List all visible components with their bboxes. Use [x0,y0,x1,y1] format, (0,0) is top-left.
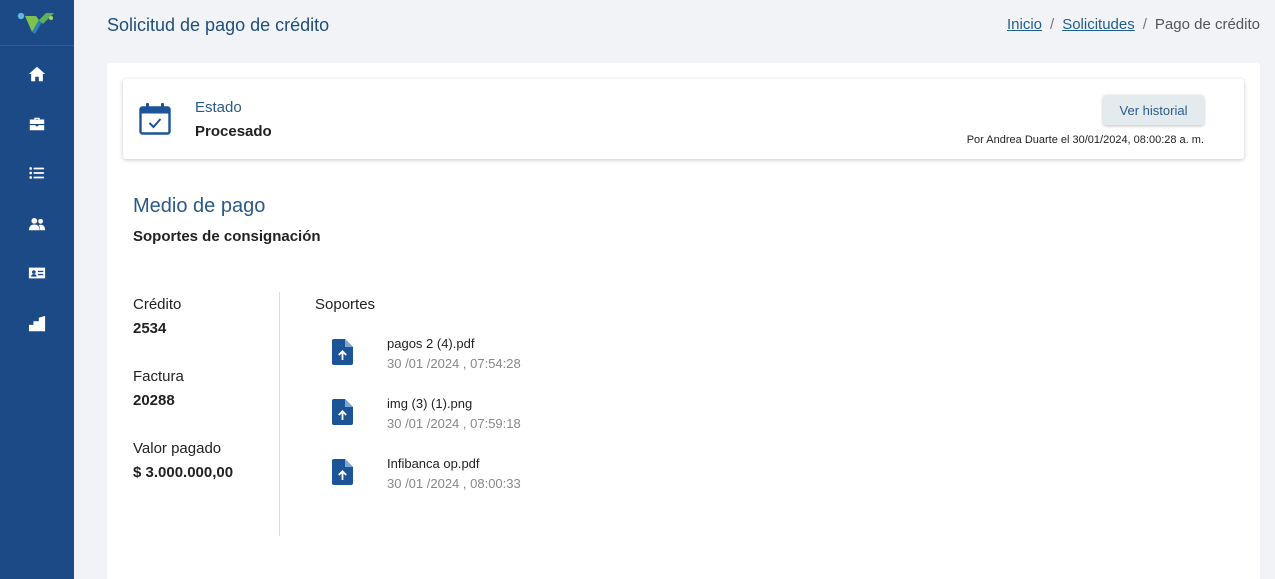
status-value: Procesado [195,123,272,140]
factura-value: 20288 [133,392,175,409]
support-file-name: pagos 2 (4).pdf [387,336,475,351]
support-file-date: 30 /01 /2024 , 07:54:28 [387,356,521,371]
factura-label: Factura [133,368,184,385]
support-file-item[interactable]: Infibanca op.pdf 30 /01 /2024 , 08:00:33 [329,456,629,496]
list-icon [29,167,45,179]
vertical-divider [279,292,280,536]
breadcrumb-home-link[interactable]: Inicio [1007,16,1042,33]
sidebar [0,0,74,579]
breadcrumb-separator: / [1142,16,1147,33]
file-upload-icon [332,339,353,365]
nav-briefcase[interactable] [0,104,74,144]
users-icon [28,217,46,231]
support-file-name: Infibanca op.pdf [387,456,480,471]
support-file-item[interactable]: img (3) (1).png 30 /01 /2024 , 07:59:18 [329,396,629,436]
status-card: Estado Procesado Ver historial Por Andre… [123,79,1244,159]
calendar-check-icon [139,103,171,135]
app-logo[interactable] [0,0,74,46]
payment-method-subtitle: Soportes de consignación [133,228,321,245]
payment-method-title: Medio de pago [133,195,266,217]
view-history-button[interactable]: Ver historial [1103,95,1204,125]
briefcase-icon [29,117,45,131]
breadcrumb-solicitudes-link[interactable]: Solicitudes [1062,16,1135,33]
support-file-name: img (3) (1).png [387,396,473,411]
credito-label: Crédito [133,296,182,313]
status-by-line: Por Andrea Duarte el 30/01/2024, 08:00:2… [966,134,1204,146]
supports-title: Soportes [315,296,376,313]
file-upload-icon [332,399,353,425]
valor-pagado-value: $ 3.000.000,00 [133,464,234,481]
nav-users[interactable] [0,204,74,244]
nav-id-card[interactable] [0,253,74,293]
status-label: Estado [195,99,242,116]
logo-icon [17,12,54,34]
main-panel: Estado Procesado Ver historial Por Andre… [107,63,1260,579]
nav-building[interactable] [0,304,74,344]
nav-home[interactable] [0,54,74,94]
file-upload-icon [332,459,353,485]
support-file-date: 30 /01 /2024 , 07:59:18 [387,416,521,431]
breadcrumb-separator: / [1050,16,1055,33]
breadcrumb: Inicio / Solicitudes / Pago de crédito [1007,16,1260,33]
support-file-date: 30 /01 /2024 , 08:00:33 [387,476,521,491]
breadcrumb-current: Pago de crédito [1154,16,1260,33]
support-file-item[interactable]: pagos 2 (4).pdf 30 /01 /2024 , 07:54:28 [329,336,629,376]
building-icon [28,315,46,332]
page-title: Solicitud de pago de crédito [107,15,330,35]
credito-value: 2534 [133,320,167,337]
nav-list[interactable] [0,153,74,193]
home-icon [28,66,46,82]
id-card-icon [28,267,46,279]
valor-pagado-label: Valor pagado [133,440,222,457]
